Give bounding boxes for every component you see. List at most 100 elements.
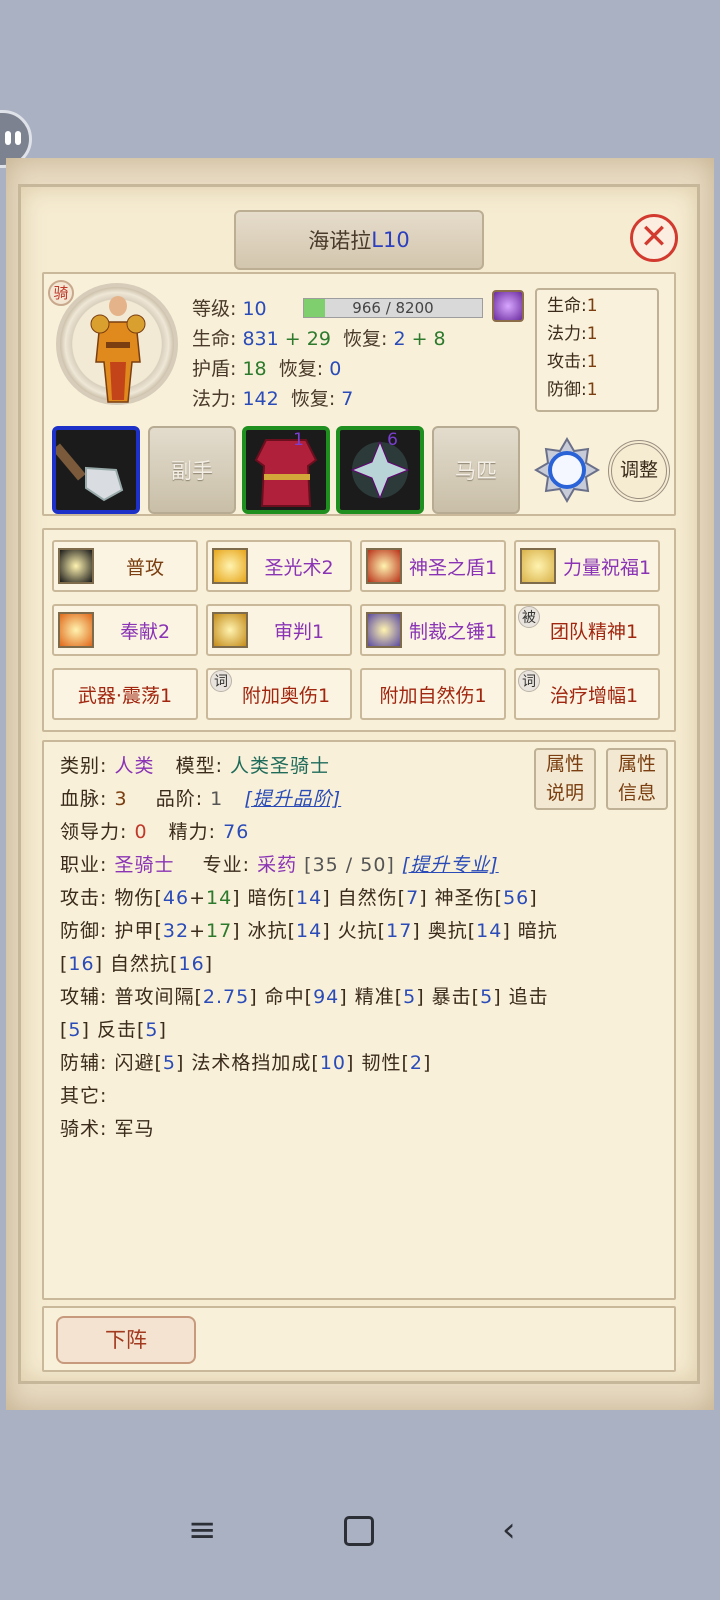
bonus-label: 生命: <box>547 296 587 316</box>
upgrade-grade-link[interactable]: [提升品阶] <box>244 788 341 810</box>
skill-button[interactable]: 制裁之锤1 <box>360 604 506 656</box>
stat-number: 5 <box>68 1019 82 1041</box>
stat-number: 46 <box>162 887 190 909</box>
attribute-info-button[interactable]: 属性 信息 <box>606 748 668 810</box>
mount-slot[interactable]: 马匹 <box>432 426 520 514</box>
skill-button[interactable]: 团队精神1 被 <box>514 604 660 656</box>
bloodline-row: 血脉: 3 品阶: 1 [提升品阶] <box>60 783 341 816</box>
back-icon[interactable]: ‹ <box>502 1510 516 1550</box>
bonus-row-mp: 法力:1 <box>547 320 647 348</box>
stat-number: 14 <box>476 920 503 942</box>
exp-bar: 966 / 8200 <box>303 298 483 318</box>
potion-icon[interactable] <box>492 290 524 322</box>
grade-value: 1 <box>210 788 224 810</box>
defense-aux-label: 防辅: <box>60 1052 108 1074</box>
stat-text: 普攻间隔[ <box>114 986 203 1008</box>
rank-emblem-icon[interactable] <box>534 437 600 503</box>
stat-number: 7 <box>406 887 420 909</box>
attribute-explain-button[interactable]: 属性 说明 <box>534 748 596 810</box>
class-label: 职业: <box>60 854 108 876</box>
bonus-value: 1 <box>586 324 598 344</box>
race-label: 类别: <box>60 755 108 777</box>
mp-value: 142 <box>242 388 279 410</box>
home-icon[interactable] <box>344 1516 374 1546</box>
skill-button[interactable]: 奉献2 <box>52 604 198 656</box>
offense-aux-row: 攻辅: 普攻间隔[2.75] 命中[94] 精准[5] 暴击[5] 追击 <box>60 981 549 1014</box>
upgrade-profession-link[interactable]: [提升专业] <box>402 854 499 876</box>
adjust-button[interactable]: 调整 <box>608 440 670 502</box>
skill-label: 制裁之锤1 <box>408 620 498 643</box>
skill-button[interactable]: 附加自然伤1 <box>360 668 506 720</box>
skill-label: 奉献2 <box>119 620 171 643</box>
skill-label: 审判1 <box>273 620 325 643</box>
mace-icon <box>52 443 124 502</box>
offense-aux-label: 攻辅: <box>60 986 108 1008</box>
close-button[interactable]: ✕ <box>630 214 678 262</box>
stat-text: ] 神圣伤[ <box>419 887 504 909</box>
stat-number: 17 <box>386 920 413 942</box>
riding-label: 骑术: <box>60 1118 108 1140</box>
stat-text: ] 火抗[ <box>322 920 387 942</box>
offhand-slot[interactable]: 副手 <box>148 426 236 514</box>
shield-value: 18 <box>242 358 267 380</box>
stat-number: 5 <box>162 1052 176 1074</box>
mount-badge: 骑 <box>48 280 74 306</box>
defense-row: 防御: 护甲[32+17] 冰抗[14] 火抗[17] 奥抗[14] 暗抗 <box>60 915 558 948</box>
mp-label: 法力: <box>192 388 237 410</box>
skill-button[interactable]: 力量祝福1 <box>514 540 660 592</box>
stat-number: 16 <box>178 953 205 975</box>
armor-count: 1 <box>293 430 304 450</box>
hp-regen-value: 2 <box>393 328 406 350</box>
offhand-slot-label: 副手 <box>171 459 213 483</box>
hp-bonus: + 29 <box>284 328 331 350</box>
race-value: 人类 <box>114 755 155 777</box>
skill-icon <box>58 612 94 648</box>
other-row: 其它: <box>60 1080 107 1113</box>
adjust-label: 调整 <box>619 459 658 481</box>
stat-number: 5 <box>403 986 417 1008</box>
skill-label: 武器·震荡1 <box>77 684 173 707</box>
class-row: 职业: 圣骑士 专业: 采药 [35 / 50] [提升专业] <box>60 849 499 882</box>
stat-number: 32 <box>162 920 190 942</box>
stat-number: 2.75 <box>202 986 250 1008</box>
stat-number: 10 <box>319 1052 347 1074</box>
stat-text: 护甲[ <box>114 920 163 942</box>
title-banner: 海诺拉 L10 <box>234 210 484 270</box>
withdraw-button[interactable]: 下阵 <box>56 1316 196 1364</box>
robe-icon <box>254 439 318 507</box>
profession-progress: [35 / 50] <box>304 854 395 876</box>
energy-value: 76 <box>223 821 250 843</box>
skill-button[interactable]: 圣光术2 <box>206 540 352 592</box>
attribute-info-line2: 信息 <box>617 782 656 804</box>
stat-number: 14 <box>205 887 233 909</box>
defense-aux-row: 防辅: 闪避[5] 法术格挡加成[10] 韧性[2] <box>60 1047 431 1080</box>
skill-icon <box>58 548 94 584</box>
bonus-value: 1 <box>586 296 598 316</box>
bonus-row-hp: 生命:1 <box>547 292 647 320</box>
shield-label: 护盾: <box>192 358 237 380</box>
paladin-portrait <box>90 296 146 403</box>
skill-label: 附加自然伤1 <box>379 684 487 707</box>
hp-regen-bonus: + 8 <box>411 328 446 350</box>
skill-button[interactable]: 神圣之盾1 <box>360 540 506 592</box>
skill-button[interactable]: 普攻 <box>52 540 198 592</box>
skill-button[interactable]: 附加奥伤1 词 <box>206 668 352 720</box>
accessory-slot[interactable]: 6 <box>336 426 424 514</box>
weapon-slot[interactable] <box>52 426 140 514</box>
mount-slot-label: 马匹 <box>455 459 497 483</box>
stat-text: ] 自然抗[ <box>94 953 179 975</box>
hp-label: 生命: <box>192 328 237 350</box>
armor-slot[interactable]: 1 <box>242 426 330 514</box>
defense-values: 护甲[32+17] 冰抗[14] 火抗[17] 奥抗[14] 暗抗 <box>114 920 557 942</box>
skill-icon <box>366 548 402 584</box>
skill-button[interactable]: 治疗增幅1 词 <box>514 668 660 720</box>
shield-regen-label: 恢复: <box>278 358 324 380</box>
skill-button[interactable]: 审判1 <box>206 604 352 656</box>
attack-row: 攻击: 物伤[46+14] 暗伤[14] 自然伤[7] 神圣伤[56] <box>60 882 538 915</box>
leadership-value: 0 <box>134 821 148 843</box>
bonus-label: 防御: <box>547 380 587 400</box>
skill-button[interactable]: 武器·震荡1 <box>52 668 198 720</box>
stat-text: ] 法术格挡加成[ <box>175 1052 320 1074</box>
bonus-row-defense: 防御:1 <box>547 376 647 404</box>
menu-icon[interactable]: ≡ <box>188 1510 217 1550</box>
